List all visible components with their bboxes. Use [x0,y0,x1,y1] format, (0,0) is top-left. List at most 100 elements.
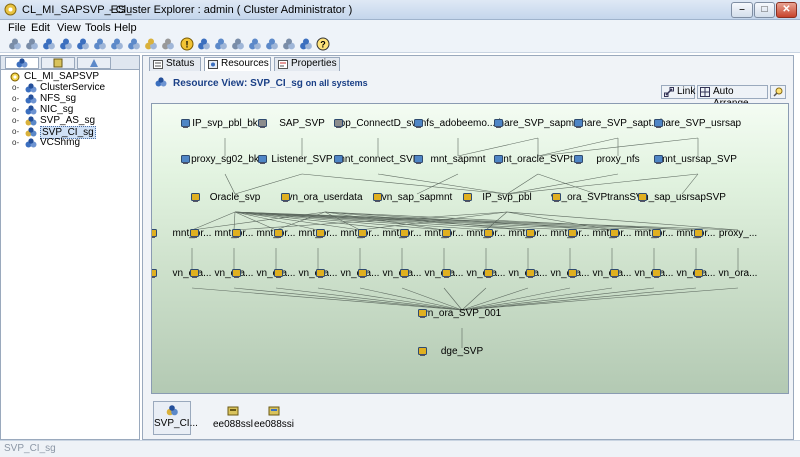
tree-expand-toggle[interactable]: o- [12,128,19,136]
resource-node[interactable]: vn_ora... [693,268,783,279]
wizard-icon[interactable] [144,37,158,51]
tree-expand-toggle[interactable]: o- [12,95,19,103]
menu-file[interactable]: File [8,22,26,34]
resource-node[interactable]: proxy_nfs [573,154,663,165]
app-icon [4,3,17,16]
resource-view-title: Resource View: SVP_CI_sg on all systems [155,77,368,89]
resource-icon [190,229,199,238]
resource-icon [463,193,472,202]
resource-node[interactable]: mnt_usrsap_SVP [653,154,743,165]
resource-online-icon[interactable] [110,37,124,51]
resource-node[interactable]: dge_SVP [417,346,507,357]
disconnect-icon[interactable] [25,37,39,51]
group-icon[interactable] [42,37,56,51]
tree-item-label: CL_MI_SAPSVP [24,71,100,82]
auto-arrange-button[interactable]: Auto Arrange [697,85,768,109]
system-ee088ssl[interactable]: ee088ssl [213,403,253,430]
service-group-system-box[interactable]: SVP_CI... [153,401,198,435]
service-groups-tab[interactable] [5,57,39,69]
resource-node[interactable]: proxy_... [693,228,783,239]
resource-view-scope: on all systems [305,78,368,88]
service-group-icon [25,138,37,148]
link-button[interactable]: Link [661,85,695,99]
resource-node[interactable]: vn_ora_SVPtransSV [551,192,643,203]
resource-node[interactable]: nfs_adobeemo... [413,118,503,129]
system-ee088ssi[interactable]: ee088ssi [254,403,294,430]
resource-icon [181,119,190,128]
dependency-link [377,173,508,195]
probe-icon[interactable] [197,37,211,51]
tab-status-label: Status [166,58,195,69]
resource-node[interactable]: Oracle_svp [190,192,280,203]
resource-dependency-graph[interactable]: IP_svp_pbl_bk SAP_SVP app_ConnectD_svp nfs_… [151,103,789,394]
resource-node[interactable]: vn_ora_userdata [280,192,370,203]
minimize-button[interactable]: – [731,2,753,18]
resource-node[interactable]: app_ConnectD_svp [333,118,423,129]
resource-node[interactable]: mnt_sapmnt [413,154,503,165]
resource-icon [190,269,199,278]
dependency-link [461,287,571,311]
resource-icon [232,269,241,278]
connect-icon[interactable] [8,37,22,51]
link-icon [664,87,674,97]
menu-edit[interactable]: Edit [31,22,50,34]
resource-label: Oracle_svp [209,192,261,203]
template-icon[interactable] [248,37,262,51]
tree-expand-toggle[interactable]: o- [12,84,19,92]
resource-icon [654,119,663,128]
group-offline-icon[interactable] [76,37,90,51]
resource-icon [652,269,661,278]
resource-label: proxy_... [718,228,758,239]
group-online-icon[interactable] [59,37,73,51]
resource-node[interactable]: vn_ora_SVP_001 [417,308,507,319]
resource-node[interactable]: share_SVP_sapt... [573,118,663,129]
config-icon[interactable] [214,37,228,51]
tab-properties[interactable]: Properties [274,57,340,71]
menu-help[interactable]: Help [114,22,137,34]
stop-icon[interactable] [161,37,175,51]
tree-expand-toggle[interactable]: o- [12,117,19,125]
dependency-link [461,287,739,311]
dependency-link [461,287,487,311]
alert-icon[interactable]: ! [180,37,194,51]
tab-properties-label: Properties [291,58,337,69]
left-panel: CL_MI_SAPSVP o- ClusterService o- NFS_sg o- NI… [0,55,140,440]
tab-status[interactable]: Status [149,57,201,71]
resource-icon [418,309,427,318]
systems-icon [53,58,63,68]
logs-icon[interactable] [282,37,296,51]
system-label: ee088ssl [213,419,254,430]
svg-text:?: ? [320,40,326,50]
resource-node[interactable]: IP_svp_pbl [462,192,552,203]
command-icon[interactable] [299,37,313,51]
help-icon[interactable]: ? [316,37,330,51]
service-group-icon [25,83,37,93]
resource-node[interactable]: vn_sap_usrsapSVP [637,192,727,203]
tab-resources[interactable]: Resources [204,57,271,71]
resource-node[interactable]: share_SVP_usrsap [653,118,743,129]
window-title: - Cluster Explorer : admin ( Cluster Adm… [109,4,353,16]
dependency-link [317,287,463,311]
resource-offline-icon[interactable] [127,37,141,51]
resource-label: vn_ora_SVP_001 [422,308,502,319]
system-label: ee088ssi [254,419,295,430]
dependency-link [537,173,597,195]
tree-expand-toggle[interactable]: o- [12,139,19,147]
resource-icon [414,119,423,128]
systems-tab[interactable] [41,57,75,69]
resource-icon [316,229,325,238]
maximize-button[interactable]: □ [754,2,775,18]
resource-node[interactable]: vn_sap_sapmnt [372,192,462,203]
query-icon[interactable] [265,37,279,51]
menu-view[interactable]: View [57,22,81,34]
close-button[interactable]: ✕ [776,2,797,18]
types-tab[interactable] [77,57,111,69]
import-icon[interactable] [231,37,245,51]
tree-expand-toggle[interactable]: o- [12,106,19,114]
resource-node[interactable]: share_SVP_sapmnt [493,118,583,129]
resource-icon[interactable] [93,37,107,51]
resource-node[interactable]: mnt_connect_SVP [333,154,423,165]
menu-tools[interactable]: Tools [85,22,111,34]
search-button[interactable] [770,85,786,99]
resource-node[interactable]: mnt_oracle_SVPt... [493,154,583,165]
